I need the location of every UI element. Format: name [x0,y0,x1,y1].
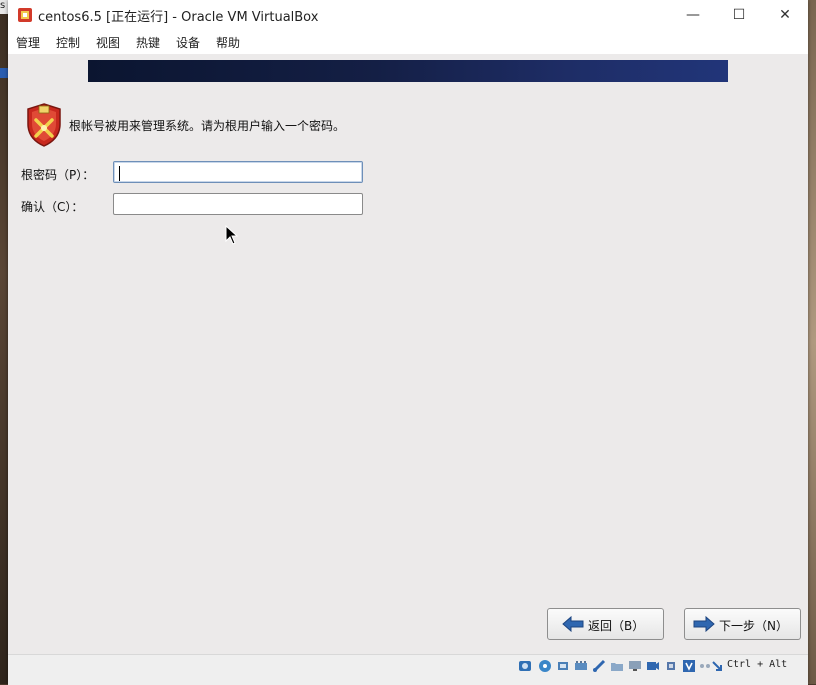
minimize-button[interactable]: — [670,0,716,31]
root-password-input[interactable] [113,161,363,183]
centos-app-icon [18,8,32,22]
menu-view[interactable]: 视图 [96,34,120,51]
desktop-background-right [808,0,816,684]
desktop-background-left [0,0,8,684]
menu-manage[interactable]: 管理 [16,34,40,51]
vm-guest-screen[interactable]: 根帐号被用来管理系统。请为根用户输入一个密码。 根密码（P）： 确认（C）： 返… [8,54,808,654]
next-button-label: 下一步（N） [719,619,788,633]
desktop-window-fragment: s [0,0,8,14]
confirm-password-label: 确认（C）： [21,200,84,214]
virtualbox-window: centos6.5 [正在运行] - Oracle VM VirtualBox … [8,0,808,685]
installer-header-banner [88,60,728,82]
host-key-label: Ctrl + Alt [727,659,788,670]
display-icon[interactable] [628,659,642,673]
window-title: centos6.5 [正在运行] - Oracle VM VirtualBox [38,10,319,25]
close-icon: ✕ [779,7,791,23]
menu-bar: 管理 控制 视图 热键 设备 帮助 [8,31,808,54]
root-shield-icon [27,103,61,147]
text-caret [119,166,120,181]
desktop-taskbar-fragment [0,68,8,78]
mouse-pointer-icon [225,225,239,245]
status-bar: Ctrl + Alt [8,654,808,685]
confirm-password-input[interactable] [113,193,363,215]
intro-text: 根帐号被用来管理系统。请为根用户输入一个密码。 [69,119,346,133]
cpu-icon[interactable] [664,659,678,673]
maximize-button[interactable]: ☐ [716,0,762,31]
menu-devices[interactable]: 设备 [176,34,200,51]
video-capture-icon[interactable] [646,659,660,673]
host-key-arrow-icon [712,661,722,671]
shared-folder-icon[interactable] [610,659,624,673]
menu-control[interactable]: 控制 [56,34,80,51]
network-icon[interactable] [574,659,588,673]
virtualization-icon[interactable] [682,659,696,673]
arrow-right-icon [693,616,715,632]
optical-drive-icon[interactable] [538,659,552,673]
menu-hotkey[interactable]: 热键 [136,34,160,51]
close-button[interactable]: ✕ [762,0,808,31]
next-button[interactable]: 下一步（N） [684,608,801,640]
root-password-label: 根密码（P）： [21,168,95,182]
minimize-icon: — [686,7,700,23]
usb-icon[interactable] [592,659,606,673]
title-bar[interactable]: centos6.5 [正在运行] - Oracle VM VirtualBox … [8,0,808,31]
hard-disk-icon[interactable] [518,659,532,673]
back-button-label: 返回（B） [588,619,645,633]
maximize-icon: ☐ [732,7,746,23]
menu-help[interactable]: 帮助 [216,34,240,51]
arrow-left-icon [562,616,584,632]
audio-icon[interactable] [556,659,570,673]
back-button[interactable]: 返回（B） [547,608,664,640]
